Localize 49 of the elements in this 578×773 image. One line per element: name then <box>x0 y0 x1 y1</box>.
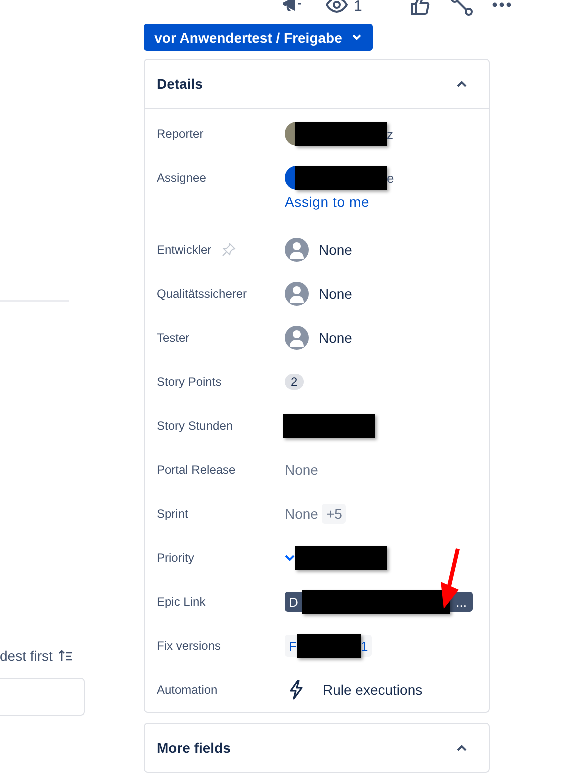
field-label: Story Points <box>157 375 222 389</box>
assign-link[interactable]: Assign to me <box>285 194 489 210</box>
user-icon <box>285 282 309 306</box>
chevron-icon[interactable] <box>456 744 468 752</box>
epic-lozenge[interactable]: D ... <box>285 592 473 612</box>
field-label: Reporter <box>157 127 204 141</box>
share-icon[interactable] <box>451 0 474 16</box>
field-label: Epic Link <box>157 595 206 609</box>
field-value[interactable]: None <box>319 286 352 302</box>
field-label: Sprint <box>157 507 188 521</box>
field-label: Tester <box>157 331 190 345</box>
comment-field[interactable] <box>0 678 85 716</box>
thumbs-up-icon[interactable] <box>410 0 430 16</box>
eye-icon[interactable] <box>326 0 348 16</box>
epic-fragment: ... <box>456 594 467 610</box>
chevron-down-icon <box>352 34 362 41</box>
field-label: Portal Release <box>157 463 236 477</box>
version-tag[interactable]: F 1 <box>285 635 372 657</box>
field-label: Priority <box>157 551 194 565</box>
chevron-icon[interactable] <box>456 80 468 88</box>
user-icon <box>285 326 309 350</box>
name-fragment: e <box>387 170 394 186</box>
lightning-icon <box>289 680 305 700</box>
automation-link[interactable]: Rule executions <box>323 682 423 698</box>
sort-button[interactable]: dest first <box>0 648 73 664</box>
field-label: Story Stunden <box>157 419 234 433</box>
sort-icon <box>58 650 73 662</box>
field-value[interactable]: None <box>319 330 352 346</box>
panel-title: Details <box>157 76 203 92</box>
watch-count: 1 <box>354 0 362 15</box>
epic-fragment: D <box>289 594 298 610</box>
field-label: Qualitätssicherer <box>157 287 248 301</box>
status-button[interactable]: vor Anwendertest / Freigabe <box>144 24 373 51</box>
field-value[interactable]: None <box>319 242 352 258</box>
field-value[interactable]: None <box>285 462 318 478</box>
user-icon <box>285 238 309 262</box>
field-label: Automation <box>157 683 218 697</box>
field-value[interactable]: None <box>285 506 318 522</box>
panel-title: More fields <box>157 740 231 756</box>
more-count[interactable]: +5 <box>322 504 346 524</box>
priority-icon <box>285 554 295 562</box>
field-label: Fix versions <box>157 639 222 653</box>
version-fragment: F <box>289 638 297 654</box>
points-badge: 2 <box>285 374 304 390</box>
version-fragment: 1 <box>360 638 368 654</box>
redaction-bar <box>296 634 361 658</box>
name-fragment: z <box>387 126 394 142</box>
field-label: Assignee <box>157 171 206 185</box>
field-label: Entwickler <box>157 243 212 257</box>
